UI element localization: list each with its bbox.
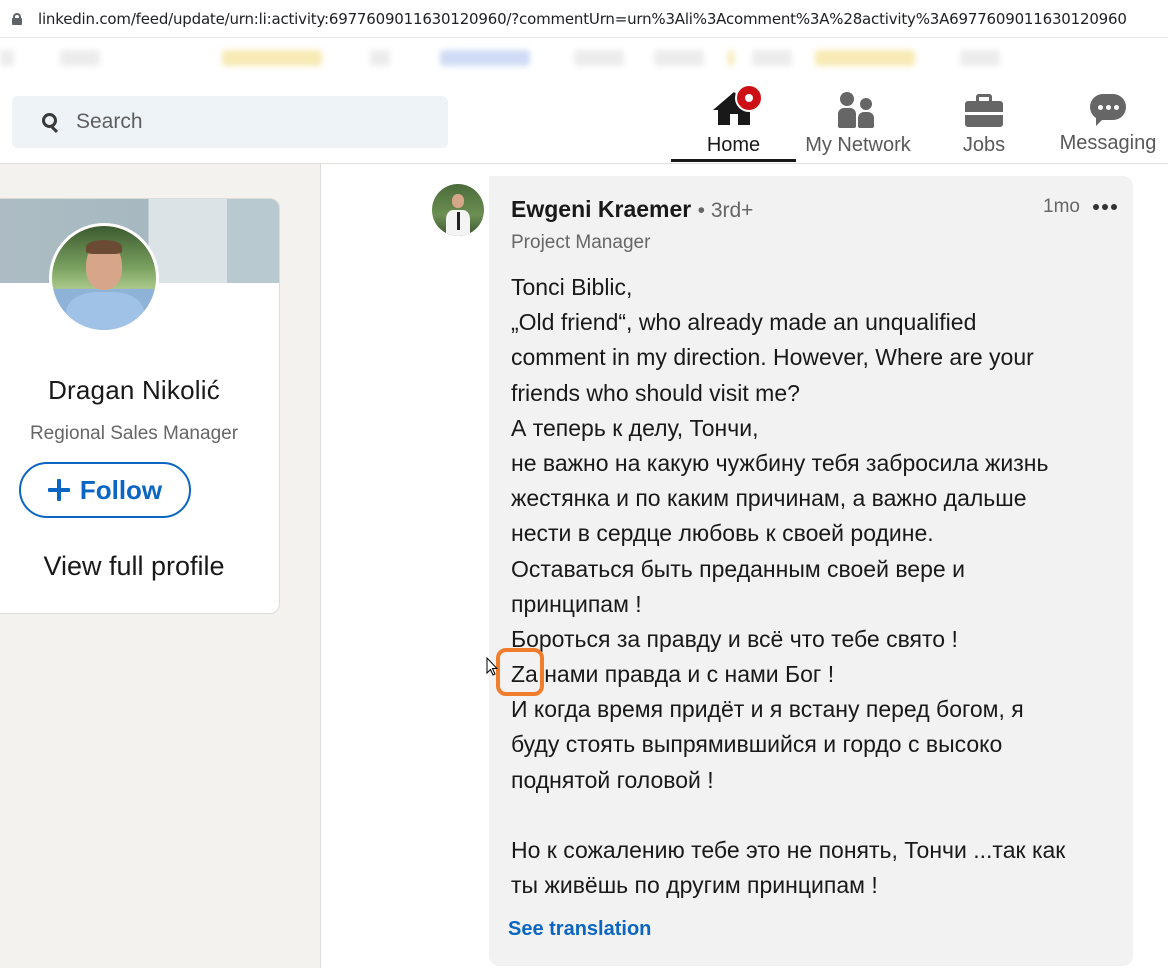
bookmarks-bar <box>0 38 1168 82</box>
follow-button[interactable]: Follow <box>19 462 191 518</box>
comment-line: Оставаться быть преданным своей вере и <box>511 555 965 582</box>
comment-line: поднятой головой ! <box>511 766 714 793</box>
nav-messaging-label: Messaging <box>1059 132 1157 154</box>
connection-degree: • 3rd+ <box>697 199 754 222</box>
comment-timestamp: 1mo <box>1043 196 1080 217</box>
briefcase-icon <box>965 94 1003 128</box>
active-tab-indicator <box>671 159 796 162</box>
comment-author[interactable]: Ewgeni Kraemer • 3rd+ <box>511 196 753 223</box>
comment-line: Но к сожалению тебе это не понять, Тончи… <box>511 837 1066 863</box>
lock-icon <box>12 12 22 25</box>
comment-bubble: Ewgeni Kraemer • 3rd+ Project Manager 1m… <box>489 176 1133 966</box>
search-input[interactable] <box>76 110 416 134</box>
profile-name[interactable]: Dragan Nikolić <box>0 375 279 406</box>
comment-line: И когда время придёт и я встану перед бо… <box>511 696 1024 723</box>
comment-line: нести в сердце любовь к своей родине. <box>511 520 934 547</box>
search-box[interactable] <box>12 96 448 148</box>
see-translation-link[interactable]: See translation <box>508 918 651 941</box>
comment-line: не важно на какую чужбину тебя забросила… <box>511 449 1049 476</box>
notification-badge <box>735 84 763 112</box>
nav-my-network[interactable]: My Network <box>798 82 918 162</box>
mouse-cursor-icon <box>486 657 498 676</box>
nav-home-label: Home <box>706 134 761 156</box>
search-icon <box>40 111 62 134</box>
comment-line: жестянка и по каким причинам, а важно да… <box>511 485 1027 512</box>
feed-column: Ewgeni Kraemer • 3rd+ Project Manager 1m… <box>320 164 1168 968</box>
follow-label: Follow <box>79 474 163 505</box>
comment-author-headline: Project Manager <box>511 232 651 253</box>
comment-line: Za нами правда и с нами Бог ! <box>511 661 835 688</box>
comment-line: friends who should visit me? <box>511 379 800 406</box>
comment-line: Бороться за правду и всё что тебе свято … <box>511 625 958 652</box>
linkedin-header: Home My Network Jobs Messaging <box>0 82 1168 164</box>
comment-line: ты живёшь по другим принципам ! <box>511 872 878 899</box>
comment-author-name[interactable]: Ewgeni Kraemer <box>511 196 691 222</box>
comment-line: буду стоять выпрямившийся и гордо с высо… <box>511 731 1003 758</box>
view-full-profile-link[interactable]: View full profile <box>0 551 279 582</box>
highlight-annotation <box>496 648 544 696</box>
nav-jobs[interactable]: Jobs <box>944 82 1024 162</box>
network-icon <box>838 92 878 130</box>
messaging-icon <box>1090 94 1126 128</box>
comment-line: comment in my direction. However, Where … <box>511 344 1034 371</box>
plus-icon <box>47 479 70 501</box>
comment-line: А теперь к делу, Тончи, <box>511 414 759 441</box>
nav-messaging[interactable]: Messaging <box>1056 82 1160 162</box>
comment-body: Tonci Biblic, „Old friend“, who already … <box>511 270 1111 903</box>
commenter-avatar[interactable] <box>432 184 484 236</box>
comment-line: Tonci Biblic, <box>511 274 633 300</box>
nav-home[interactable]: Home <box>671 82 796 162</box>
comment-line <box>511 798 1111 833</box>
nav-my-network-label: My Network <box>805 134 911 156</box>
profile-card: Dragan Nikolić Regional Sales Manager Fo… <box>0 198 280 614</box>
url-text[interactable]: linkedin.com/feed/update/urn:li:activity… <box>38 10 1168 28</box>
more-options-icon[interactable] <box>1093 204 1117 210</box>
nav-jobs-label: Jobs <box>962 134 1006 156</box>
profile-avatar[interactable] <box>49 223 159 333</box>
comment-line: принципам ! <box>511 590 642 617</box>
profile-title: Regional Sales Manager <box>29 423 239 444</box>
comment-line: „Old friend“, who already made an unqual… <box>511 309 977 336</box>
browser-address-bar[interactable]: linkedin.com/feed/update/urn:li:activity… <box>0 0 1168 38</box>
